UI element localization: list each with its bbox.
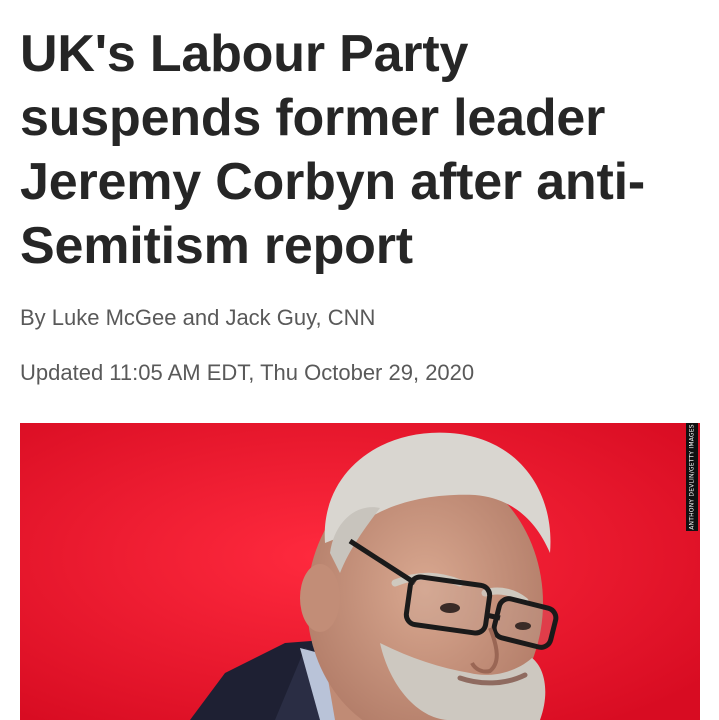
portrait-illustration bbox=[20, 423, 700, 720]
article-photo[interactable]: ANTHONY DEVLIN/GETTY IMAGES bbox=[20, 423, 700, 720]
byline[interactable]: By Luke McGee and Jack Guy, CNN bbox=[20, 305, 375, 331]
photo-credit: ANTHONY DEVLIN/GETTY IMAGES bbox=[686, 423, 698, 531]
headline: UK's Labour Party suspends former leader… bbox=[20, 25, 645, 275]
updated-timestamp: Updated 11:05 AM EDT, Thu October 29, 20… bbox=[20, 360, 475, 385]
photo-credit-text: ANTHONY DEVLIN/GETTY IMAGES bbox=[688, 424, 696, 530]
